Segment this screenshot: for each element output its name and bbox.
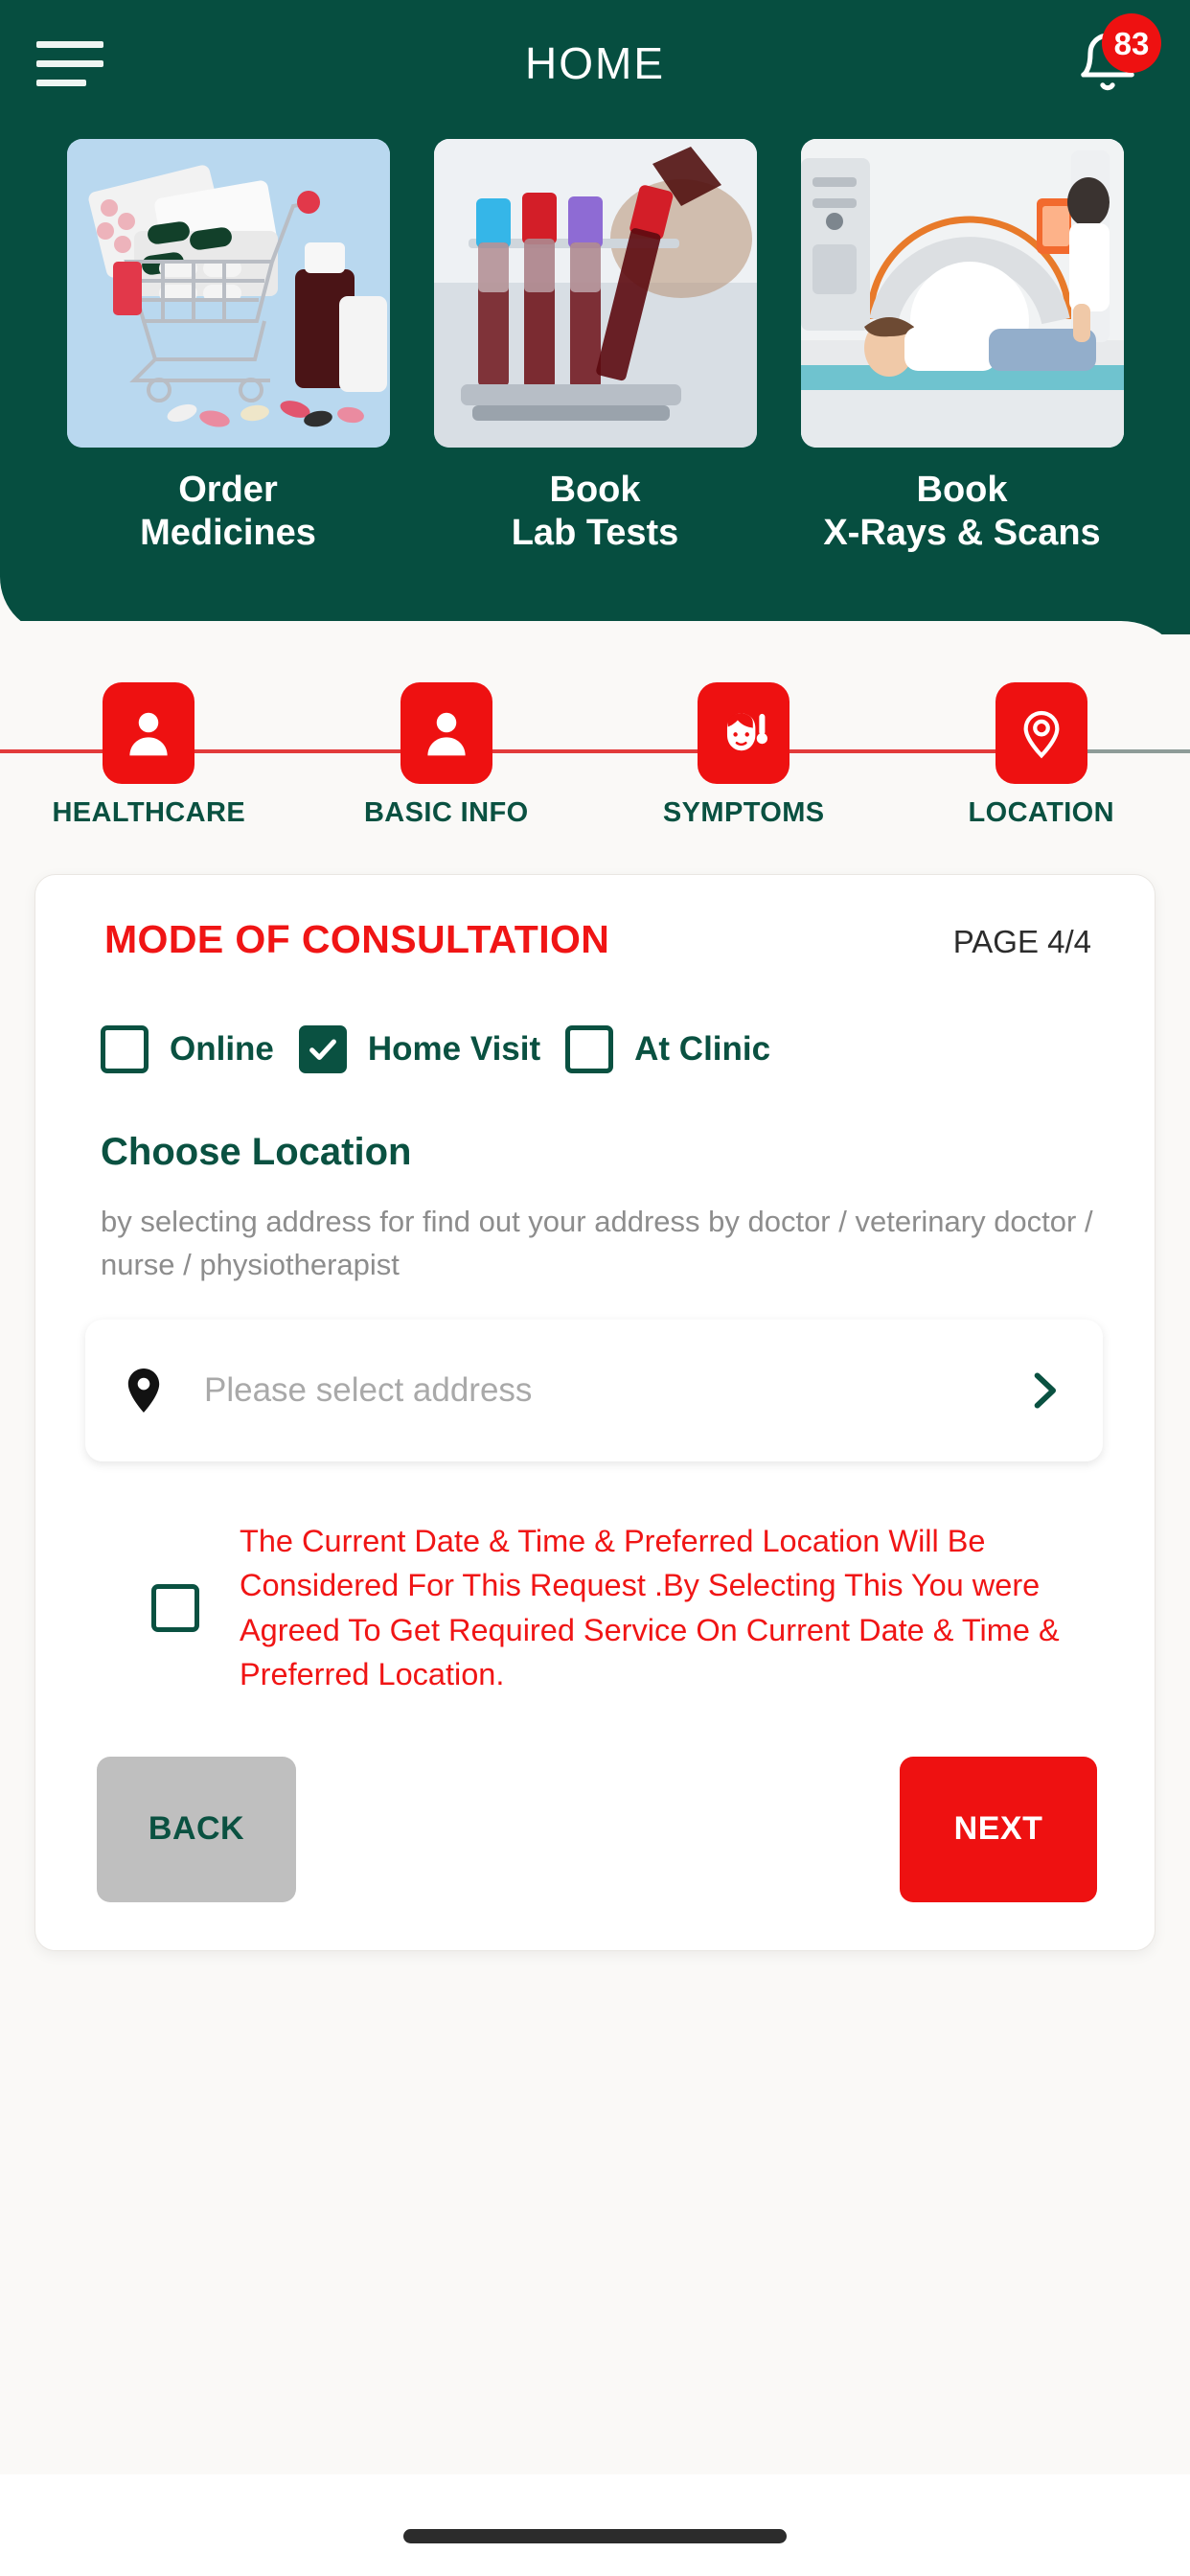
service-card-book-lab-tests[interactable]: Book Lab Tests — [433, 139, 757, 555]
top-app-bar: HOME 83 — [0, 0, 1190, 126]
service-card-book-xrays-scans[interactable]: Book X-Rays & Scans — [800, 139, 1124, 555]
face-thermometer-icon — [727, 713, 768, 751]
mode-option-online[interactable]: Online — [101, 1025, 274, 1073]
stepper-label: BASIC INFO — [363, 797, 529, 828]
ct-scan-machine-photo — [800, 139, 1124, 448]
choose-location-subtitle: by selecting address for find out your a… — [101, 1205, 1093, 1281]
notification-button[interactable]: 83 — [1062, 13, 1161, 109]
hamburger-line-1 — [36, 40, 103, 48]
check-icon — [309, 1039, 336, 1061]
next-button[interactable]: NEXT — [900, 1756, 1097, 1902]
service-card-order-medicines[interactable]: Order Medicines — [66, 139, 390, 555]
person-icon — [129, 712, 168, 756]
mode-label: Online — [170, 1030, 274, 1068]
disclaimer-text: The Current Date & Time & Preferred Loca… — [240, 1523, 1060, 1692]
stepper-label: SYMPTOMS — [662, 797, 825, 828]
notification-badge: 83 — [1102, 13, 1161, 73]
stepper-label: LOCATION — [968, 797, 1114, 828]
stepper-item-symptoms[interactable]: SYMPTOMS — [595, 682, 893, 829]
app-screen: HOME 83 Order Medicines Book Lab Tests B… — [0, 0, 1190, 2576]
home-indicator[interactable] — [403, 2528, 787, 2543]
address-placeholder: Please select address — [204, 1370, 533, 1409]
mode-option-at-clinic[interactable]: At Clinic — [565, 1025, 770, 1073]
stepper-label: HEALTHCARE — [52, 797, 246, 828]
progress-stepper: HEALTHCARE BASIC INFO SYMPTOMS LOCATION — [0, 682, 1190, 836]
page-indicator: PAGE 4/4 — [952, 924, 1091, 959]
map-pin-icon — [118, 1365, 170, 1416]
form-header: MODE OF CONSULTATION PAGE 4/4 — [70, 917, 1120, 962]
stepper-icon-basic-info — [400, 682, 492, 784]
address-selector[interactable]: Please select address — [85, 1319, 1103, 1461]
stepper-icon-symptoms — [698, 682, 790, 784]
service-label: Order Medicines — [140, 470, 316, 553]
form-title: MODE OF CONSULTATION — [104, 917, 610, 961]
checkbox-at-clinic[interactable] — [565, 1025, 614, 1073]
form-actions: BACK NEXT — [70, 1756, 1120, 1902]
back-button[interactable]: BACK — [97, 1756, 296, 1902]
hamburger-menu-icon[interactable] — [36, 33, 111, 94]
mode-option-home-visit[interactable]: Home Visit — [298, 1025, 541, 1073]
system-navigation-bar — [0, 2474, 1190, 2576]
checkbox-online[interactable] — [101, 1025, 149, 1073]
service-label: Book X-Rays & Scans — [823, 470, 1101, 553]
location-pin-icon — [1023, 710, 1060, 759]
blood-test-tubes-photo — [433, 139, 757, 448]
stepper-icon-healthcare — [103, 682, 195, 784]
mode-of-consultation-options: Online Home Visit At Clinic — [70, 1025, 1120, 1073]
hamburger-line-2 — [36, 59, 103, 67]
mode-label: Home Visit — [367, 1030, 541, 1068]
disclaimer-row: The Current Date & Time & Preferred Loca… — [70, 1519, 1120, 1697]
page-title: HOME — [525, 38, 665, 88]
mode-label: At Clinic — [634, 1030, 771, 1068]
hamburger-line-3 — [36, 79, 86, 86]
service-shortcuts: Order Medicines Book Lab Tests Book X-Ra… — [0, 139, 1190, 555]
consultation-form-card: MODE OF CONSULTATION PAGE 4/4 Online Hom… — [34, 874, 1156, 1951]
person-icon — [427, 712, 466, 756]
chevron-right-icon[interactable] — [1022, 1365, 1064, 1416]
medicine-cart-photo — [66, 139, 390, 448]
service-label: Book Lab Tests — [511, 470, 679, 553]
stepper-item-healthcare[interactable]: HEALTHCARE — [0, 682, 298, 829]
stepper-icon-location — [995, 682, 1087, 784]
checkbox-disclaimer-agreement[interactable] — [151, 1583, 199, 1632]
stepper-item-location[interactable]: LOCATION — [893, 682, 1190, 829]
choose-location-heading: Choose Location — [101, 1131, 412, 1173]
checkbox-home-visit[interactable] — [298, 1025, 347, 1073]
stepper-item-basic-info[interactable]: BASIC INFO — [298, 682, 596, 829]
